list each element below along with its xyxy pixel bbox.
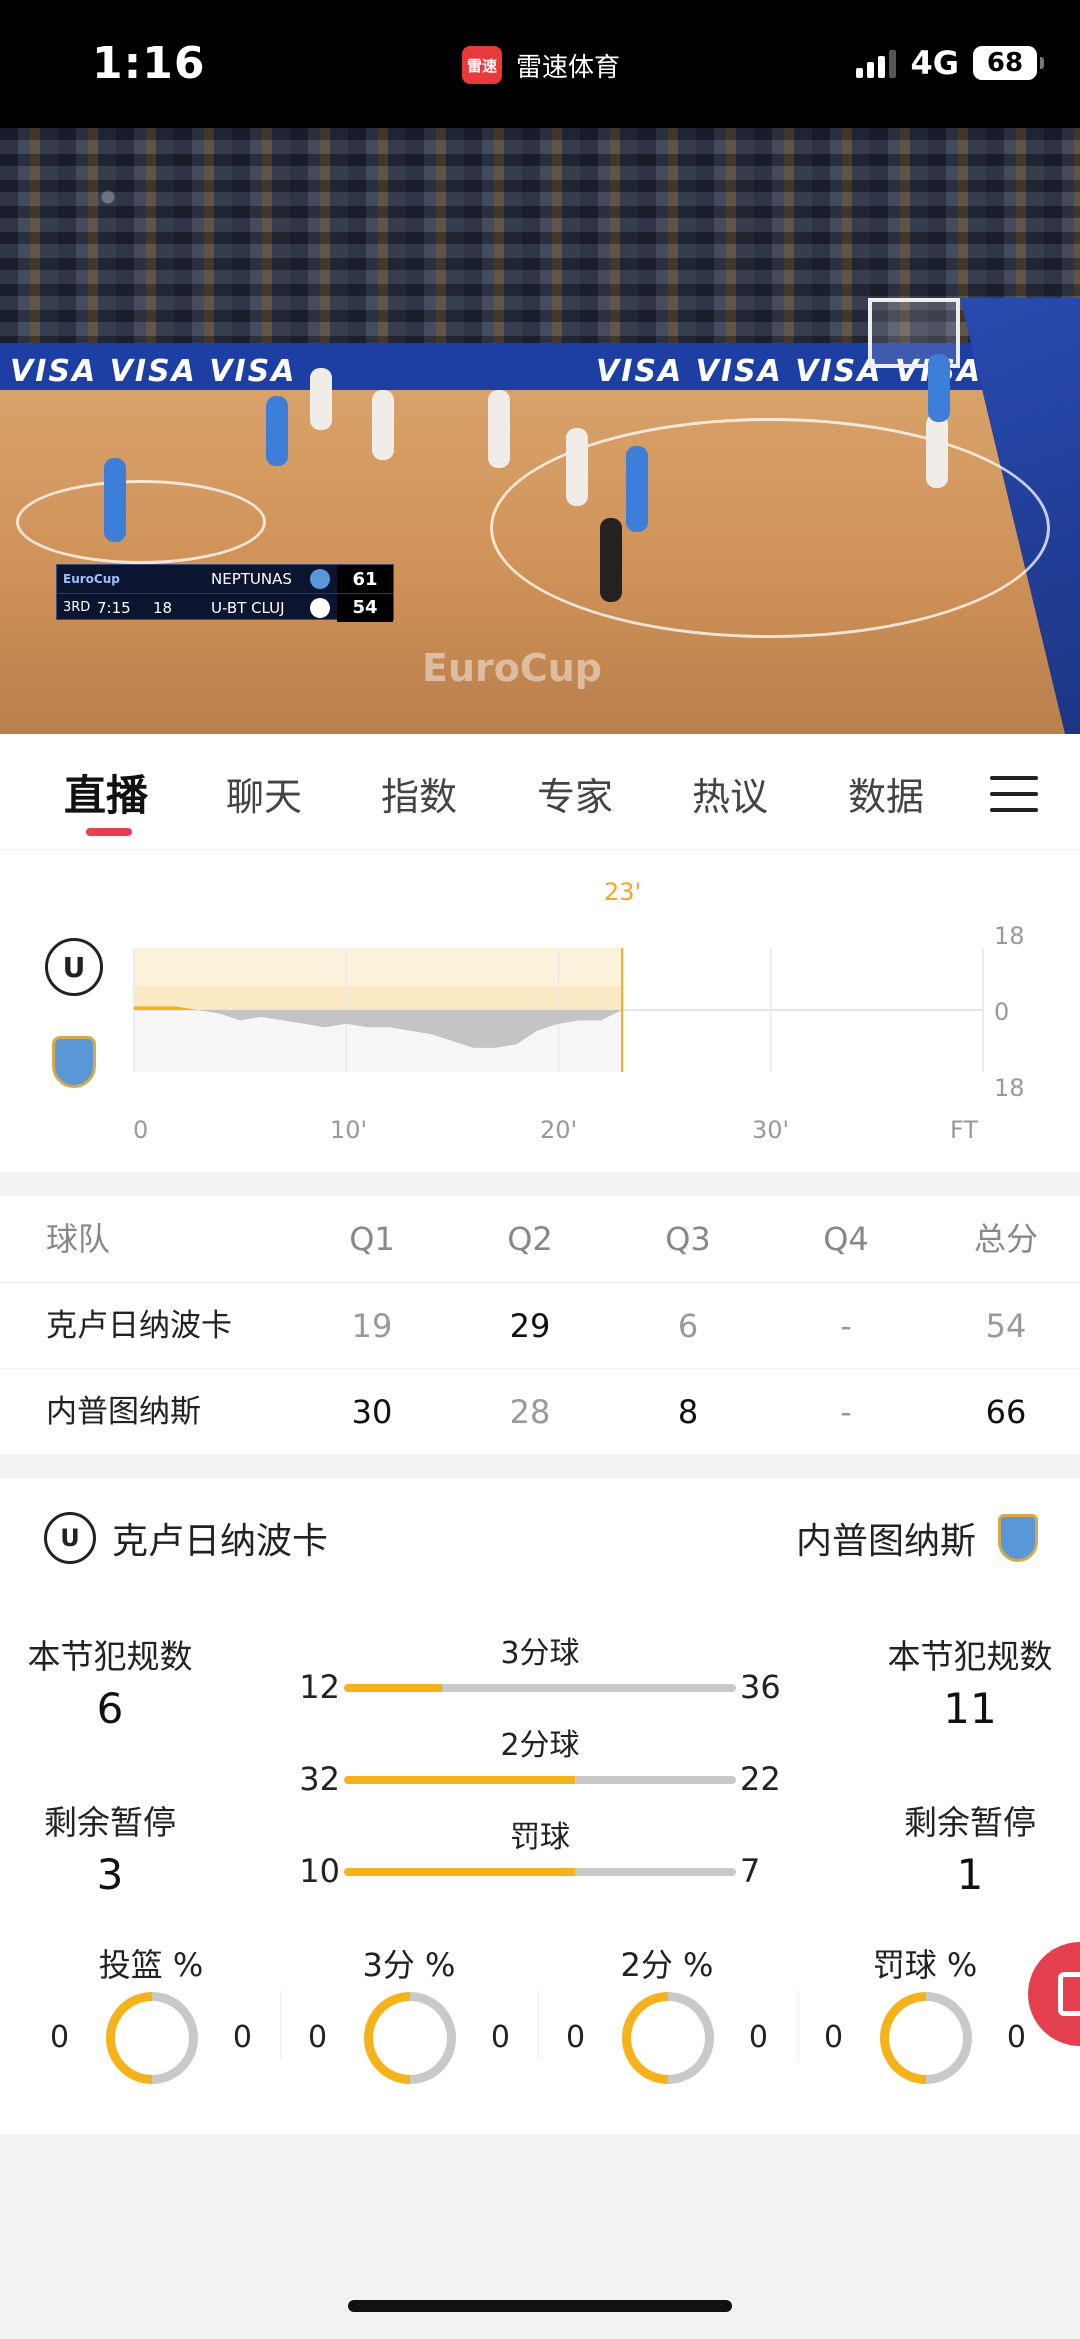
tab-live[interactable]: 直播 bbox=[64, 762, 148, 823]
tab-discussion[interactable]: 热议 bbox=[692, 766, 768, 821]
trend-x-tick-20: 20' bbox=[540, 1116, 578, 1144]
video-scoreboard: EuroCup NEPTUNAS 61 3RD 7:15 18 U-BT CLU… bbox=[56, 564, 394, 622]
trend-y-tick-top: 18 bbox=[994, 922, 1025, 950]
row-q3: 6 bbox=[677, 1307, 699, 1345]
header-q2: Q2 bbox=[507, 1220, 553, 1258]
tab-bar: 直播 聊天 指数 专家 热议 数据 bbox=[0, 734, 1080, 850]
right-fouls: 本节犯规数 11 bbox=[887, 1637, 1053, 1733]
row-q1: 19 bbox=[351, 1307, 393, 1345]
live-video-player[interactable]: VISA VISA VISA VISA VISA VISA VISA EuroC… bbox=[0, 128, 1080, 734]
trend-y-tick-bottom: 18 bbox=[994, 1074, 1025, 1102]
stats-team-right: 内普图纳斯 bbox=[796, 1512, 1038, 1564]
row-q4: - bbox=[840, 1393, 852, 1431]
active-tab-indicator bbox=[86, 828, 132, 836]
left-fouls: 本节犯规数 6 bbox=[27, 1637, 193, 1733]
tab-chat[interactable]: 聊天 bbox=[226, 766, 302, 821]
status-indicators: 4G 68 bbox=[856, 44, 1044, 82]
app-badge-icon: 雷速 bbox=[462, 46, 502, 84]
neptunas-logo-icon bbox=[998, 1514, 1038, 1562]
shot-clock: 18 bbox=[153, 598, 173, 617]
header-q3: Q3 bbox=[665, 1220, 711, 1258]
left-timeouts: 剩余暂停 3 bbox=[44, 1803, 176, 1899]
stats-team-right-name: 内普图纳斯 bbox=[795, 1521, 976, 1562]
trend-x-tick-30: 30' bbox=[752, 1116, 790, 1144]
three-point-pct: 3分 % 0 0 bbox=[280, 1940, 538, 2084]
free-throw-pct: 罚球 % 0 0 bbox=[796, 1940, 1054, 2084]
donut-chart bbox=[880, 1992, 972, 2084]
three-point-bar: 3分球 12 36 bbox=[299, 1636, 781, 1706]
row-q2: 29 bbox=[509, 1307, 551, 1345]
score-trend-panel: U 23' 18 0 18 0 10' 20' 30' FT bbox=[0, 850, 1080, 1172]
row-total: 54 bbox=[985, 1307, 1027, 1345]
two-point-bar: 2分球 32 22 bbox=[299, 1728, 781, 1798]
status-bar: 1:16 雷速 雷速体育 4G 68 bbox=[0, 0, 1080, 128]
scoreboard-score2: 54 bbox=[337, 593, 393, 622]
signal-icon bbox=[856, 48, 897, 78]
battery-icon: 68 bbox=[973, 46, 1044, 80]
trend-x-tick-0: 0 bbox=[133, 1116, 149, 1144]
free-throw-bar: 罚球 10 7 bbox=[299, 1820, 761, 1890]
menu-icon[interactable] bbox=[990, 776, 1038, 812]
stats-team-left-name: 克卢日纳波卡 bbox=[112, 1521, 329, 1562]
donut-chart bbox=[106, 1992, 198, 2084]
row-q2: 28 bbox=[509, 1393, 551, 1431]
neptunas-logo-icon bbox=[310, 569, 330, 589]
quarter-score-table: 球队 Q1 Q2 Q3 Q4 总分 克卢日纳波卡 19 29 6 - 54 内普… bbox=[0, 1196, 1080, 1454]
trend-y-tick-mid: 0 bbox=[994, 998, 1010, 1026]
scoreboard-team1: NEPTUNAS bbox=[211, 570, 292, 588]
row-team: 克卢日纳波卡 bbox=[46, 1308, 232, 1344]
cluj-logo-icon bbox=[310, 597, 330, 618]
header-team: 球队 bbox=[46, 1220, 111, 1258]
trend-x-tick-ft: FT bbox=[950, 1116, 979, 1144]
header-q4: Q4 bbox=[823, 1220, 869, 1258]
two-point-pct: 2分 % 0 0 bbox=[538, 1940, 796, 2084]
status-app-indicator[interactable]: 雷速 雷速体育 bbox=[462, 46, 620, 84]
table-row: 内普图纳斯 30 28 8 - 66 bbox=[0, 1368, 1080, 1454]
header-total: 总分 bbox=[973, 1220, 1038, 1258]
row-total: 66 bbox=[985, 1393, 1027, 1431]
trend-current-time: 23' bbox=[604, 878, 642, 906]
app-name: 雷速体育 bbox=[516, 52, 621, 83]
donut-chart bbox=[622, 1992, 714, 2084]
field-goal-pct: 投篮 % 0 0 bbox=[22, 1940, 280, 2084]
network-type: 4G bbox=[910, 44, 959, 82]
video-watermark: EuroCup bbox=[422, 646, 602, 690]
league-label: EuroCup bbox=[63, 572, 120, 586]
row-q1: 30 bbox=[351, 1393, 393, 1431]
game-quarter: 3RD bbox=[63, 600, 91, 615]
tab-experts[interactable]: 专家 bbox=[537, 766, 613, 821]
ad-text-left: VISA VISA VISA bbox=[10, 354, 297, 389]
status-time: 1:16 bbox=[92, 38, 206, 89]
battery-level: 68 bbox=[973, 46, 1037, 80]
header-q1: Q1 bbox=[349, 1220, 395, 1258]
scoreboard-team2: U-BT CLUJ bbox=[211, 598, 285, 617]
donut-chart bbox=[364, 1992, 456, 2084]
tab-odds[interactable]: 指数 bbox=[381, 766, 457, 821]
row-team: 内普图纳斯 bbox=[46, 1394, 201, 1430]
home-indicator[interactable] bbox=[348, 2300, 732, 2312]
team-stats-panel: U 克卢日纳波卡 内普图纳斯 本节犯规数 6 剩余暂停 3 本节犯规数 11 剩… bbox=[0, 1478, 1080, 2134]
tab-data[interactable]: 数据 bbox=[848, 766, 924, 821]
trend-x-tick-10: 10' bbox=[330, 1116, 368, 1144]
table-header: 球队 Q1 Q2 Q3 Q4 总分 bbox=[0, 1196, 1080, 1282]
scoreboard-score1: 61 bbox=[337, 565, 393, 593]
right-timeouts: 剩余暂停 1 bbox=[904, 1803, 1036, 1899]
trend-lead-band-mid bbox=[134, 986, 623, 1010]
row-q4: - bbox=[840, 1307, 852, 1345]
cluj-logo-icon: U bbox=[44, 1512, 96, 1564]
stats-team-left: U 克卢日纳波卡 bbox=[44, 1512, 328, 1564]
row-q3: 8 bbox=[677, 1393, 699, 1431]
game-clock: 7:15 bbox=[97, 598, 131, 617]
table-row: 克卢日纳波卡 19 29 6 - 54 bbox=[0, 1282, 1080, 1368]
